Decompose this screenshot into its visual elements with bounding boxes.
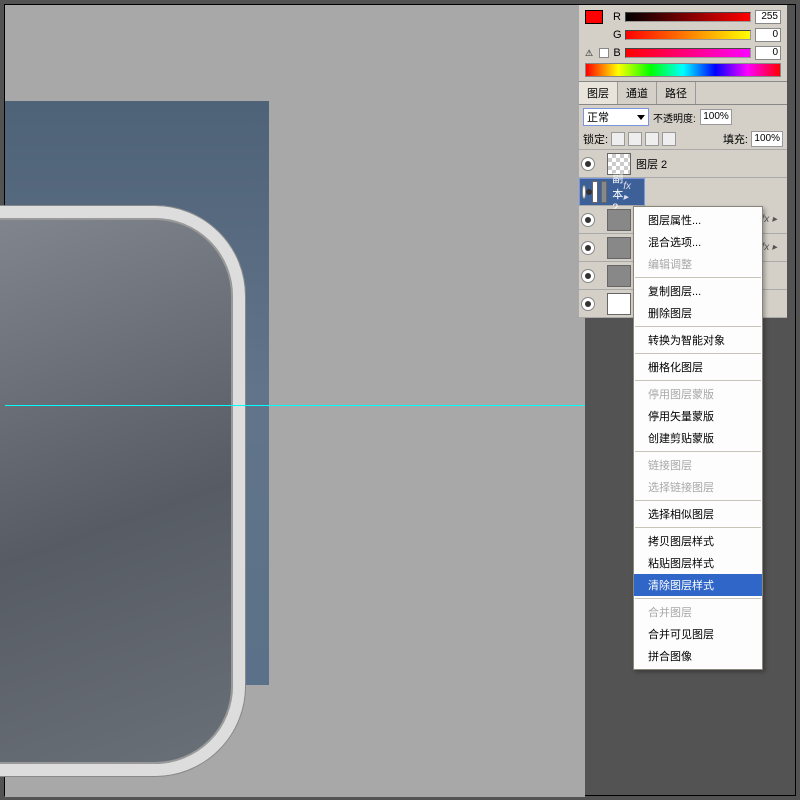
context-menu-item[interactable]: 混合选项... [634, 231, 762, 253]
layer-thumbnail[interactable] [607, 237, 631, 259]
document-canvas[interactable] [5, 101, 269, 685]
blend-mode-select[interactable]: 正常 [583, 108, 649, 126]
fill-input[interactable]: 100% [751, 131, 783, 147]
context-menu-item[interactable]: 粘贴图层样式 [634, 552, 762, 574]
visibility-eye-icon[interactable] [581, 269, 595, 283]
spectrum-picker[interactable] [585, 63, 781, 77]
tab-paths[interactable]: 路径 [657, 82, 696, 104]
visibility-eye-icon[interactable] [582, 185, 586, 199]
layer-name[interactable]: 图层 2 [634, 156, 787, 172]
default-color-icon[interactable] [599, 48, 609, 58]
context-menu-item[interactable]: 栅格化图层 [634, 356, 762, 378]
fx-badge[interactable]: fx ▸ [761, 242, 777, 253]
opacity-label: 不透明度: [653, 110, 696, 125]
g-slider[interactable] [625, 30, 751, 40]
lock-pixels-icon[interactable] [628, 132, 642, 146]
context-menu-item[interactable]: 合并可见图层 [634, 623, 762, 645]
visibility-eye-icon[interactable] [581, 297, 595, 311]
lock-row: 锁定: 填充: 100% [579, 129, 787, 150]
layer-row[interactable]: 副本 2fx ▸ [579, 178, 645, 206]
channel-label-g: G [613, 29, 621, 41]
visibility-eye-icon[interactable] [581, 213, 595, 227]
blend-mode-value: 正常 [587, 109, 609, 125]
context-menu-item[interactable]: 拷贝图层样式 [634, 530, 762, 552]
context-menu-item[interactable]: 创建剪贴蒙版 [634, 427, 762, 449]
chevron-down-icon [637, 115, 645, 120]
color-row-r: R 255 [585, 9, 781, 25]
blend-row: 正常 不透明度: 100% [579, 105, 787, 129]
lock-label: 锁定: [583, 131, 608, 147]
foreground-swatch[interactable] [585, 10, 603, 24]
context-menu-item: 选择链接图层 [634, 476, 762, 498]
horizontal-guide[interactable] [5, 405, 585, 406]
context-menu-item[interactable]: 删除图层 [634, 302, 762, 324]
layer-name[interactable]: 副本 2 [610, 170, 623, 214]
r-value[interactable]: 255 [755, 10, 781, 24]
b-slider[interactable] [625, 48, 751, 58]
panel-tabs: 图层 通道 路径 [579, 82, 787, 105]
layer-mask-thumbnail[interactable] [601, 181, 607, 203]
context-menu-item[interactable]: 选择相似图层 [634, 503, 762, 525]
color-row-g: G 0 [585, 27, 781, 43]
color-panel: R 255 G 0 ⚠ B 0 [579, 5, 787, 82]
lock-transparency-icon[interactable] [611, 132, 625, 146]
channel-label-b: B [613, 47, 621, 59]
context-menu-item: 合并图层 [634, 601, 762, 623]
context-menu-item: 编辑调整 [634, 253, 762, 275]
context-menu-item[interactable]: 停用矢量蒙版 [634, 405, 762, 427]
fx-badge[interactable]: fx ▸ [761, 214, 777, 225]
layer-context-menu: 图层属性...混合选项...编辑调整复制图层...删除图层转换为智能对象栅格化图… [633, 206, 763, 670]
layer-thumbnail[interactable] [607, 293, 631, 315]
fx-badge[interactable]: fx ▸ [623, 181, 631, 203]
warning-icon: ⚠ [585, 48, 595, 59]
context-menu-item[interactable]: 复制图层... [634, 280, 762, 302]
tab-channels[interactable]: 通道 [618, 82, 657, 104]
r-slider[interactable] [625, 12, 751, 22]
context-menu-item[interactable]: 转换为智能对象 [634, 329, 762, 351]
b-value[interactable]: 0 [755, 46, 781, 60]
fill-label: 填充: [723, 131, 748, 147]
color-row-b: ⚠ B 0 [585, 45, 781, 61]
channel-label-r: R [613, 11, 621, 23]
context-menu-item[interactable]: 拼合图像 [634, 645, 762, 667]
app-frame: 回 A| ¶ 思缘设计论坛 WWW.MISSYUAN.COM R 255 G 0… [4, 4, 796, 796]
lock-all-icon[interactable] [662, 132, 676, 146]
layer-thumbnail[interactable] [607, 265, 631, 287]
visibility-eye-icon[interactable] [581, 157, 595, 171]
visibility-eye-icon[interactable] [581, 241, 595, 255]
opacity-input[interactable]: 100% [700, 109, 732, 125]
context-menu-item: 停用图层蒙版 [634, 383, 762, 405]
context-menu-item[interactable]: 图层属性... [634, 209, 762, 231]
context-menu-item: 链接图层 [634, 454, 762, 476]
layer-thumbnail[interactable] [607, 209, 631, 231]
rounded-rect-shape [0, 206, 245, 776]
context-menu-item[interactable]: 清除图层样式 [634, 574, 762, 596]
g-value[interactable]: 0 [755, 28, 781, 42]
canvas-area[interactable] [5, 5, 585, 797]
tab-layers[interactable]: 图层 [579, 82, 618, 104]
layer-thumbnail[interactable] [592, 181, 598, 203]
lock-position-icon[interactable] [645, 132, 659, 146]
